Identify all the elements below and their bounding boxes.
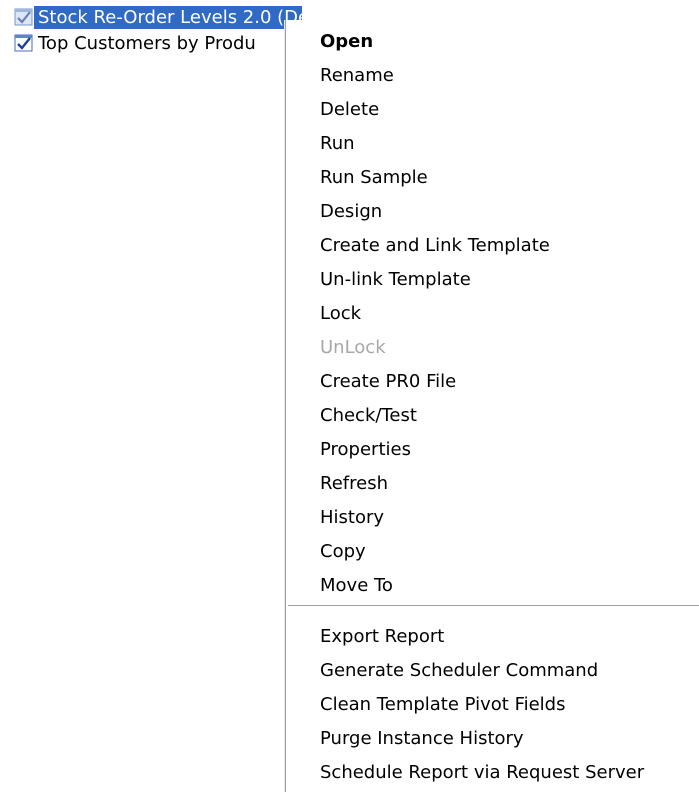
report-check-icon <box>14 33 34 53</box>
menu-item-unlock: UnLock <box>320 336 386 358</box>
menu-item-schedule-report-via-request-server[interactable]: Schedule Report via Request Server <box>320 757 644 787</box>
list-item-top-customers[interactable]: Top Customers by Produ <box>14 30 260 56</box>
menu-item-move-to[interactable]: Move To <box>320 570 393 600</box>
menu-separator <box>288 605 699 607</box>
menu-item-clean-template-pivot-fields[interactable]: Clean Template Pivot Fields <box>320 689 566 719</box>
menu-item-design[interactable]: Design <box>320 196 382 226</box>
menu-item-refresh[interactable]: Refresh <box>320 468 388 498</box>
list-item-label: Top Customers by Produ <box>38 32 256 54</box>
menu-item-create-pr0-file[interactable]: Create PR0 File <box>320 366 456 396</box>
menu-item-delete[interactable]: Delete <box>320 94 379 124</box>
menu-item-history[interactable]: History <box>320 502 384 532</box>
menu-item-unlink-template[interactable]: Un-link Template <box>320 264 471 294</box>
menu-item-rename[interactable]: Rename <box>320 60 394 90</box>
context-menu: Open Rename Delete Run Run Sample Design… <box>285 20 699 792</box>
menu-item-check-test[interactable]: Check/Test <box>320 400 417 430</box>
menu-item-lock[interactable]: Lock <box>320 298 361 328</box>
menu-item-run[interactable]: Run <box>320 128 355 158</box>
menu-item-generate-scheduler-command[interactable]: Generate Scheduler Command <box>320 655 598 685</box>
list-item-label: Stock Re-Order Levels 2.0 (Demo) <box>34 5 302 29</box>
menu-item-properties[interactable]: Properties <box>320 434 411 464</box>
menu-item-create-and-link-template[interactable]: Create and Link Template <box>320 230 550 260</box>
menu-item-export-report[interactable]: Export Report <box>320 621 444 651</box>
menu-item-open[interactable]: Open <box>320 26 373 56</box>
menu-item-run-sample[interactable]: Run Sample <box>320 162 428 192</box>
menu-item-copy[interactable]: Copy <box>320 536 366 566</box>
report-check-icon <box>14 7 34 27</box>
list-item-stock-reorder-levels[interactable]: Stock Re-Order Levels 2.0 (Demo) <box>14 4 302 30</box>
menu-item-purge-instance-history[interactable]: Purge Instance History <box>320 723 524 753</box>
